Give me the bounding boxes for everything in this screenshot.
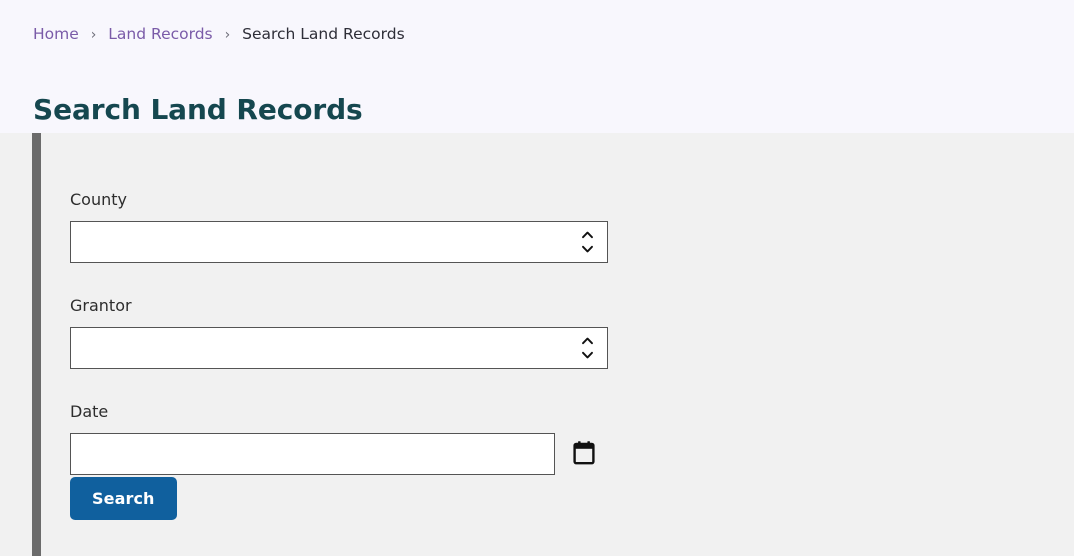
calendar-picker-button[interactable] xyxy=(571,441,597,467)
field-group-grantor: Grantor xyxy=(70,295,608,369)
header-area: Home › Land Records › Search Land Record… xyxy=(0,0,1074,133)
breadcrumb-item-current: Search Land Records xyxy=(242,25,405,43)
panel-accent-bar xyxy=(32,133,41,556)
grantor-select[interactable] xyxy=(70,327,608,369)
breadcrumb-separator-icon: › xyxy=(90,27,97,43)
breadcrumb-item-land-records[interactable]: Land Records xyxy=(108,25,212,43)
grantor-select-wrapper xyxy=(70,327,608,369)
county-select[interactable] xyxy=(70,221,608,263)
county-label: County xyxy=(70,190,127,209)
date-input-row xyxy=(70,433,597,475)
date-label: Date xyxy=(70,402,109,421)
breadcrumb-separator-icon: › xyxy=(224,27,231,43)
form-fields-container: County Grantor Date Search xyxy=(70,133,1030,556)
search-button[interactable]: Search xyxy=(70,477,177,520)
field-group-county: County xyxy=(70,189,608,263)
search-form-panel: County Grantor Date Search xyxy=(0,133,1074,556)
grantor-label: Grantor xyxy=(70,296,132,315)
breadcrumb-item-home[interactable]: Home xyxy=(33,25,79,43)
county-select-wrapper xyxy=(70,221,608,263)
field-group-date: Date xyxy=(70,401,597,475)
calendar-icon xyxy=(572,440,596,468)
breadcrumb: Home › Land Records › Search Land Record… xyxy=(33,23,405,46)
date-input[interactable] xyxy=(70,433,555,475)
page-title: Search Land Records xyxy=(33,92,363,126)
